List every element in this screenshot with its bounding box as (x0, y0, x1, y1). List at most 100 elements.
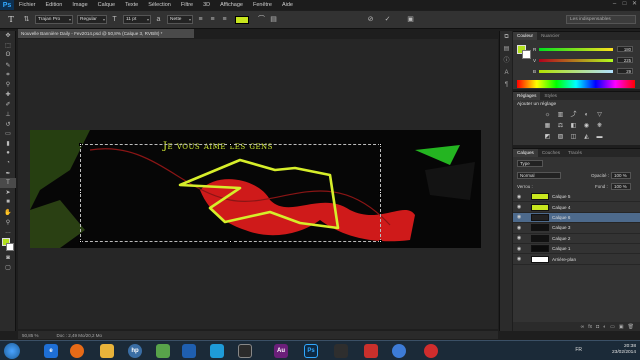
quick-mask-icon[interactable]: ◙ (0, 253, 16, 263)
red-slider[interactable] (539, 47, 613, 51)
curves-icon[interactable]: ⤴ (569, 111, 578, 119)
zoom-tool-icon[interactable]: ⚲ (0, 217, 16, 227)
more-tools-icon[interactable]: … (0, 227, 16, 237)
posterize-icon[interactable]: ▨ (556, 133, 565, 141)
application-icon[interactable] (364, 344, 378, 358)
type-tool-icon[interactable]: T (0, 177, 16, 188)
menu-image[interactable]: Image (67, 2, 92, 8)
eraser-tool-icon[interactable]: ▭ (0, 129, 16, 139)
minimize-icon[interactable]: – (611, 1, 618, 8)
layer-row[interactable]: ◉ Calque 2 (513, 234, 640, 244)
gradient-map-icon[interactable]: ▬ (595, 133, 604, 141)
application-icon[interactable] (424, 344, 438, 358)
layer-style-icon[interactable]: fx (588, 324, 592, 330)
internet-explorer-icon[interactable]: e (44, 344, 58, 358)
screen-mode-icon[interactable]: ▢ (0, 263, 16, 273)
application-icon[interactable] (182, 344, 196, 358)
transform-handle[interactable] (379, 191, 382, 194)
workspace-select[interactable]: Les indispensables (566, 15, 636, 24)
clone-stamp-tool-icon[interactable]: ⊥ (0, 109, 16, 119)
layer-filter-select[interactable]: Type (517, 160, 543, 167)
color-spectrum[interactable] (517, 80, 635, 88)
layer-mask-icon[interactable]: ◘ (596, 324, 599, 330)
eye-icon[interactable]: ◉ (515, 246, 523, 252)
hue-saturation-icon[interactable]: ▦ (543, 122, 552, 130)
3d-text-icon[interactable]: ▣ (406, 15, 415, 24)
font-family-select[interactable]: Trajan Pro ▾ (35, 15, 73, 24)
application-icon[interactable] (334, 344, 348, 358)
language-indicator[interactable]: FR (575, 347, 582, 353)
transform-handle[interactable] (229, 240, 232, 243)
eye-icon[interactable]: ◉ (515, 194, 523, 200)
eye-icon[interactable]: ◉ (515, 256, 523, 262)
transform-handle[interactable] (79, 143, 82, 146)
tab-nuancier[interactable]: Nuancier (537, 32, 563, 40)
align-left-icon[interactable]: ≡ (196, 15, 205, 24)
levels-icon[interactable]: ▥ (556, 111, 565, 119)
clock[interactable]: 20:38 23/02/2014 (612, 344, 636, 356)
move-tool-icon[interactable]: ✥ (0, 31, 16, 41)
cancel-icon[interactable]: ⊘ (366, 15, 375, 24)
paragraph-panel-icon[interactable]: ¶ (500, 79, 513, 91)
menu-fichier[interactable]: Fichier (14, 2, 41, 8)
exposure-icon[interactable]: ◐ (582, 111, 591, 119)
red-value[interactable]: 180 (617, 46, 633, 52)
blue-slider[interactable] (539, 69, 613, 73)
layer-row[interactable]: ◉ Arrière-plan (513, 254, 640, 265)
layer-row[interactable]: ◉ Calque 5 (513, 192, 640, 203)
blend-mode-select[interactable]: Normal (517, 172, 561, 179)
maximize-icon[interactable]: □ (621, 1, 628, 8)
color-balance-icon[interactable]: ⚖ (556, 122, 565, 130)
hp-icon[interactable]: hp (128, 344, 142, 358)
document-tab[interactable]: Nouvelle Bannière Daily - Fev2014.psd @ … (18, 29, 194, 38)
brightness-icon[interactable]: ☼ (543, 111, 552, 119)
history-panel-icon[interactable]: ⧉ (500, 31, 513, 43)
font-style-select[interactable]: Regular ▾ (77, 15, 107, 24)
application-icon[interactable] (238, 344, 252, 358)
warp-text-icon[interactable]: ⌒ (257, 15, 266, 24)
menu-3d[interactable]: 3D (198, 2, 215, 8)
transform-handle[interactable] (379, 143, 382, 146)
tab-calques[interactable]: Calques (513, 149, 538, 157)
menu-texte[interactable]: Texte (120, 2, 143, 8)
brush-tool-icon[interactable]: ✐ (0, 100, 16, 110)
audition-icon[interactable]: Au (274, 344, 288, 358)
black-white-icon[interactable]: ◧ (569, 122, 578, 130)
fill-field[interactable]: 100 % (611, 183, 631, 190)
tab-couches[interactable]: Couches (538, 149, 564, 157)
path-selection-tool-icon[interactable]: ➤ (0, 188, 16, 198)
layer-row[interactable]: ◉ Calque 3 (513, 223, 640, 234)
transform-handle[interactable] (379, 240, 382, 243)
pen-tool-icon[interactable]: ✒ (0, 168, 16, 178)
healing-brush-tool-icon[interactable]: ✚ (0, 90, 16, 100)
gradient-tool-icon[interactable]: ▮ (0, 139, 16, 149)
file-explorer-icon[interactable] (100, 344, 114, 358)
tab-reglages[interactable]: Réglages (513, 92, 541, 100)
transform-handle[interactable] (79, 240, 82, 243)
background-color-swatch[interactable] (6, 242, 14, 251)
firefox-icon[interactable] (70, 344, 84, 358)
align-right-icon[interactable]: ≡ (220, 15, 229, 24)
application-icon[interactable] (210, 344, 224, 358)
shape-tool-icon[interactable]: ■ (0, 198, 16, 208)
layer-row[interactable]: ◉ Calque 1 (513, 244, 640, 255)
start-button[interactable] (4, 343, 20, 359)
zoom-level[interactable]: 50,85 % (22, 333, 39, 338)
menu-edition[interactable]: Edition (41, 2, 68, 8)
invert-icon[interactable]: ◩ (543, 133, 552, 141)
lasso-tool-icon[interactable]: ʘ (0, 51, 16, 61)
eye-icon[interactable]: ◉ (515, 225, 523, 231)
eyedropper-tool-icon[interactable]: ⚲ (0, 80, 16, 90)
info-panel-icon[interactable]: ⓘ (500, 55, 513, 67)
threshold-icon[interactable]: ◫ (569, 133, 578, 141)
adjustment-layer-icon[interactable]: ◐ (603, 324, 606, 330)
font-size-select[interactable]: 11 pt ▾ (123, 15, 151, 24)
opacity-field[interactable]: 100 % (611, 172, 631, 179)
menu-fenetre[interactable]: Fenêtre (248, 2, 277, 8)
character-panel-icon[interactable]: A (500, 67, 513, 79)
tab-traces[interactable]: Tracés (564, 149, 586, 157)
photo-filter-icon[interactable]: ◉ (582, 122, 591, 130)
layer-row[interactable]: ◉ Calque 4 (513, 202, 640, 213)
menu-aide[interactable]: Aide (277, 2, 298, 8)
orientation-toggle-icon[interactable]: ⇅ (22, 15, 31, 24)
